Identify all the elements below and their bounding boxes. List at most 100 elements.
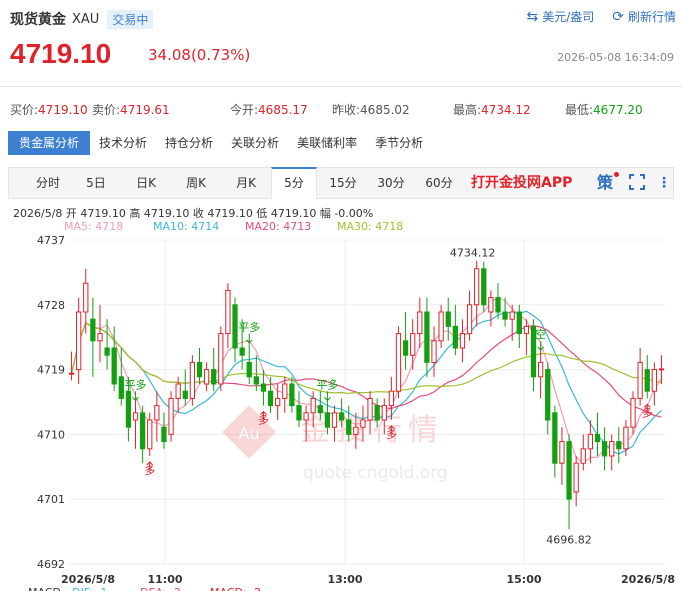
candle — [566, 434, 572, 530]
candle — [97, 304, 103, 363]
notification-dot — [614, 172, 620, 177]
candle — [495, 283, 501, 320]
tab-30min[interactable]: 30分 — [369, 168, 413, 198]
watermark-url: quote.cngold.org — [303, 463, 448, 483]
y-tick-label: 4737 — [37, 234, 65, 247]
y-tick-label: 4692 — [37, 558, 65, 571]
high-label: 4734.12 — [450, 247, 496, 260]
fullscreen-icon[interactable] — [629, 174, 645, 190]
signal-label: 平多 — [125, 377, 147, 391]
candle — [552, 405, 558, 478]
ask-stat: 卖价:4719.61 — [92, 103, 170, 117]
ohlc-readout: 2026/5/8 开 4719.10 高 4719.10 收 4719.10 低… — [13, 207, 374, 220]
tab-correlation[interactable]: 关联分析 — [222, 131, 288, 155]
candle — [459, 319, 466, 363]
candle — [410, 319, 416, 370]
y-tick-label: 4701 — [37, 493, 65, 506]
candle — [182, 369, 188, 406]
period-tabs: 分时 5日 日K 周K 月K 5分 15分 30分 60分 打开金投网APP 策… — [8, 167, 674, 199]
candle — [289, 376, 295, 413]
y-axis: 4737 4728 4719 4710 4701 4692 — [37, 234, 65, 571]
candlestick-chart[interactable]: Au 金投行情 quote.cngold.org 473747284719471… — [0, 228, 682, 591]
signal-label: 平多 — [238, 320, 260, 334]
quote-timestamp: 2026-05-08 16:34:09 — [557, 51, 674, 64]
strategy-button[interactable]: 策 — [597, 168, 620, 198]
candle — [488, 290, 494, 327]
price-change: 34.08(0.73%) — [148, 46, 251, 64]
unit-switch-button[interactable]: ⇆ 美元/盎司 — [526, 8, 594, 25]
x-axis: 2026/5/8 11:00 13:00 15:00 2026/5/8 — [61, 573, 675, 586]
low-label: 4696.82 — [546, 533, 592, 546]
bid-stat: 买价:4719.10 — [10, 103, 88, 117]
high-stat: 最高:4734.12 — [453, 103, 531, 117]
candle — [445, 297, 451, 341]
x-tick-label: 2026/5/8 — [61, 573, 115, 586]
candle — [189, 355, 196, 406]
candle — [466, 290, 473, 341]
candle — [402, 312, 409, 370]
tab-monthly-k[interactable]: 月K — [223, 168, 269, 198]
candle — [246, 340, 252, 384]
candle — [545, 362, 551, 435]
candle — [481, 261, 487, 312]
header-left: 现货黄金 XAU 交易中 — [10, 8, 154, 30]
tab-5day[interactable]: 5日 — [75, 168, 117, 198]
candle — [452, 304, 458, 356]
refresh-button[interactable]: ⟳ 刷新行情 — [612, 8, 676, 25]
tab-15min[interactable]: 15分 — [321, 168, 365, 198]
signal-label: 空 — [535, 327, 546, 341]
macd-label: DIF: -1 — [72, 586, 107, 591]
x-tick-label: 11:00 — [147, 573, 182, 586]
candle — [76, 297, 82, 384]
candle — [168, 391, 174, 442]
candle — [203, 362, 210, 392]
candle — [580, 434, 586, 471]
candle — [211, 348, 217, 392]
macd-legend: MACD DIF: -1 DEA: -2 MACD: -2 — [28, 586, 261, 591]
low-stat: 最低:4677.20 — [565, 103, 643, 117]
tab-daily-k[interactable]: 日K — [123, 168, 169, 198]
x-tick-label: 15:00 — [506, 573, 541, 586]
instrument-symbol: XAU — [72, 11, 100, 27]
candle — [516, 304, 522, 348]
candle — [474, 260, 480, 327]
refresh-label: 刷新行情 — [627, 10, 676, 24]
tab-seasonal[interactable]: 季节分析 — [366, 131, 432, 155]
tab-fed-rate[interactable]: 美联储利率 — [288, 131, 366, 155]
tab-intraday[interactable]: 分时 — [25, 168, 71, 198]
candle — [232, 297, 238, 363]
strategy-label: 策 — [597, 173, 614, 192]
y-tick-label: 4719 — [37, 364, 65, 377]
more-menu-icon[interactable]: ⋮ — [657, 168, 671, 198]
refresh-icon: ⟳ — [612, 8, 624, 25]
candle — [644, 355, 650, 399]
tab-weekly-k[interactable]: 周K — [173, 168, 219, 198]
candle — [537, 348, 544, 399]
ma-line — [71, 321, 662, 395]
candle — [90, 297, 96, 377]
tab-60min[interactable]: 60分 — [417, 168, 461, 198]
x-tick-label: 2026/5/8 — [621, 573, 675, 586]
open-app-link[interactable]: 打开金投网APP — [471, 168, 572, 198]
candle — [630, 391, 636, 435]
tab-precious-metals[interactable]: 贵金属分析 — [8, 131, 91, 155]
analysis-tabs: 贵金属分析 技术分析 持仓分析 关联分析 美联储利率 季节分析 — [8, 131, 432, 155]
swap-arrows-icon: ⇆ — [526, 8, 539, 25]
tab-positions[interactable]: 持仓分析 — [156, 131, 222, 155]
candle — [651, 362, 657, 406]
x-tick-label: 13:00 — [327, 573, 362, 586]
candle — [267, 376, 274, 413]
macd-label: MACD — [28, 586, 61, 591]
tab-5min[interactable]: 5分 — [271, 167, 317, 199]
trading-status-badge: 交易中 — [107, 9, 154, 29]
candle — [282, 376, 288, 413]
candle — [395, 326, 402, 399]
signal-label: 平多 — [316, 377, 338, 391]
candle — [225, 283, 231, 348]
tab-technical[interactable]: 技术分析 — [90, 131, 156, 155]
chart-grid — [68, 239, 665, 565]
instrument-name: 现货黄金 — [10, 12, 66, 28]
candle — [139, 405, 146, 464]
candle — [616, 427, 622, 464]
macd-label: DEA: -2 — [140, 586, 181, 591]
